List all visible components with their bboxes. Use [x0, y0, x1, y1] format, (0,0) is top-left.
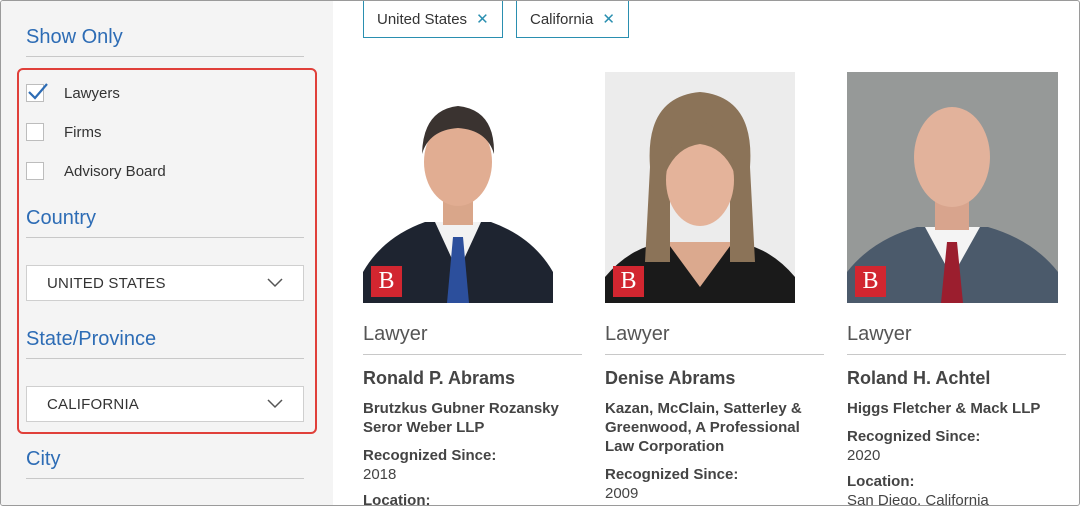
- close-icon[interactable]: ✕: [476, 10, 489, 28]
- close-icon[interactable]: ✕: [602, 10, 615, 28]
- divider: [363, 354, 582, 355]
- recognized-since-value: 2018: [363, 466, 397, 483]
- location-label: Location:: [363, 492, 431, 506]
- result-name[interactable]: Ronald P. Abrams: [363, 368, 515, 389]
- filter-chip-california[interactable]: California ✕: [516, 1, 629, 38]
- result-role: Lawyer: [363, 323, 428, 345]
- show-only-title: Show Only: [26, 26, 123, 48]
- chip-label: California: [530, 10, 594, 28]
- result-firm: Kazan, McClain, Satterley & Greenwood, A…: [605, 400, 802, 455]
- divider: [605, 354, 824, 355]
- result-role: Lawyer: [605, 323, 670, 345]
- divider: [847, 354, 1066, 355]
- lawyer-photo[interactable]: B: [847, 72, 1058, 303]
- annotation-highlight-box: [17, 68, 317, 434]
- divider: [26, 56, 304, 57]
- result-firm: Higgs Fletcher & Mack LLP: [847, 400, 1041, 417]
- chip-label: United States: [377, 10, 468, 28]
- location-label: Location:: [847, 473, 915, 490]
- lawyer-photo[interactable]: B: [605, 72, 795, 303]
- lawyer-photo[interactable]: B: [363, 72, 553, 303]
- city-title: City: [26, 448, 61, 470]
- divider: [26, 478, 304, 479]
- recognized-since-value: 2009: [605, 485, 639, 502]
- recognized-since-label: Recognized Since:: [363, 447, 497, 464]
- result-role: Lawyer: [847, 323, 912, 345]
- badge-logo: B: [371, 266, 402, 297]
- result-name[interactable]: Denise Abrams: [605, 368, 735, 389]
- recognized-since-label: Recognized Since:: [847, 428, 981, 445]
- location-value: San Diego, California: [847, 492, 989, 506]
- badge-logo: B: [613, 266, 644, 297]
- badge-logo: B: [855, 266, 886, 297]
- recognized-since-value: 2020: [847, 447, 881, 464]
- result-name[interactable]: Roland H. Achtel: [847, 368, 990, 389]
- recognized-since-label: Recognized Since:: [605, 466, 739, 483]
- browser-frame: Show Only Lawyers Firms Advisory Board C…: [0, 0, 1080, 506]
- result-firm: Brutzkus Gubner Rozansky Seror Weber LLP: [363, 400, 559, 436]
- filter-chip-united-states[interactable]: United States ✕: [363, 1, 503, 38]
